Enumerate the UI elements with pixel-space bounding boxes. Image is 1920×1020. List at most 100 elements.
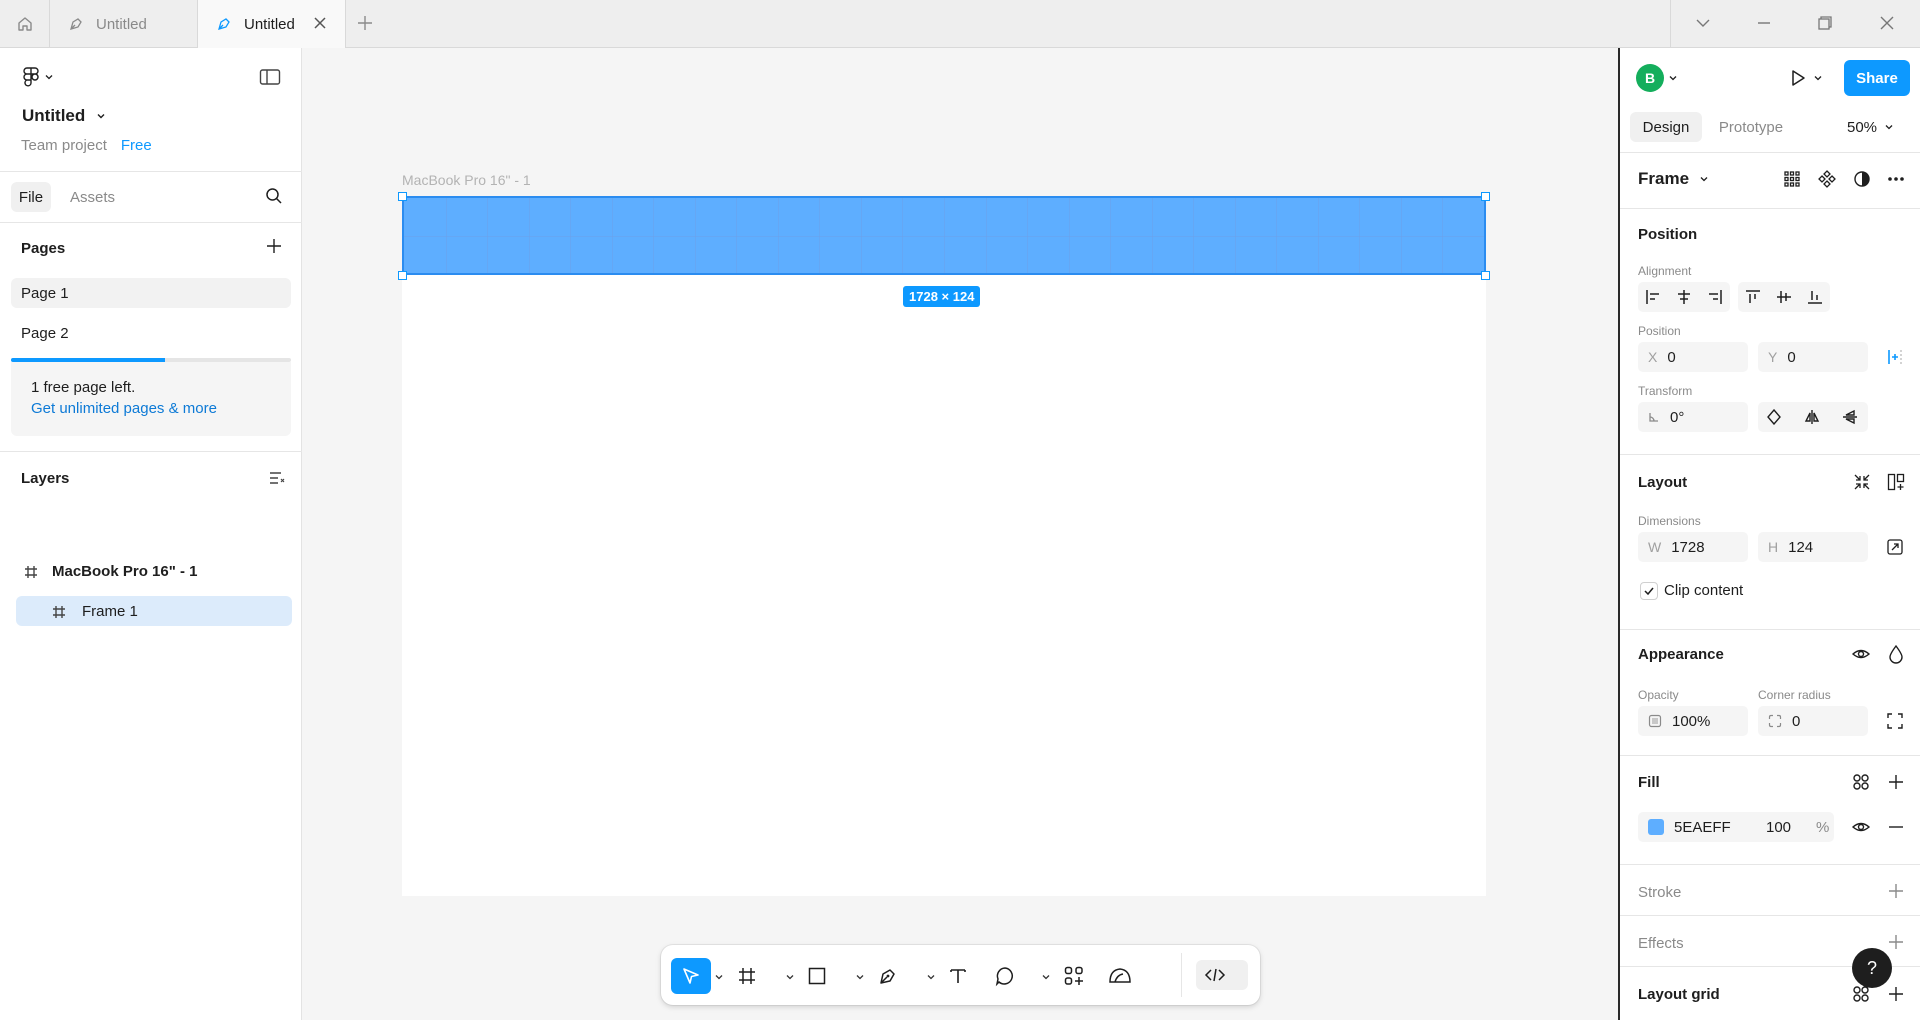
fill-color-swatch[interactable] xyxy=(1648,819,1664,835)
fill-opacity-value[interactable]: 100 xyxy=(1766,819,1791,836)
corner-radius-input[interactable]: 0 xyxy=(1758,706,1868,736)
frame-label[interactable]: MacBook Pro 16" - 1 xyxy=(402,172,531,188)
chevron-down-icon[interactable] xyxy=(785,972,795,982)
home-button[interactable] xyxy=(0,0,50,47)
window-close-icon[interactable] xyxy=(1877,13,1897,33)
selected-frame-1[interactable] xyxy=(402,196,1486,275)
add-fill-plus-icon[interactable] xyxy=(1887,773,1905,791)
plan-badge[interactable]: Free xyxy=(121,137,152,154)
add-stroke-plus-icon[interactable] xyxy=(1887,882,1905,900)
pen-tool[interactable] xyxy=(868,958,908,994)
eye-icon[interactable] xyxy=(1851,644,1871,664)
fill-hex-value[interactable]: 5EAEFF xyxy=(1674,819,1731,836)
text-tool[interactable] xyxy=(938,958,978,994)
align-left-icon[interactable] xyxy=(1645,289,1661,305)
rotation-input[interactable]: 0° xyxy=(1638,402,1748,432)
tab-untitled-1[interactable]: Untitled xyxy=(50,0,198,48)
restore-icon[interactable] xyxy=(1815,13,1835,33)
auto-layout-icon[interactable] xyxy=(1886,472,1906,492)
share-button[interactable]: Share xyxy=(1844,60,1910,96)
add-page-plus-icon[interactable] xyxy=(266,238,282,254)
align-top-icon[interactable] xyxy=(1745,289,1761,305)
new-tab-plus-icon[interactable] xyxy=(356,14,374,32)
layer-list-options-icon[interactable] xyxy=(268,470,286,486)
grid-dots-icon[interactable] xyxy=(1782,169,1802,189)
constrain-proportions-icon[interactable] xyxy=(1886,538,1904,556)
layout-grid-column-line xyxy=(528,198,530,273)
chevron-down-icon[interactable] xyxy=(855,972,865,982)
main-menu-button[interactable] xyxy=(22,66,54,88)
selection-type[interactable]: Frame xyxy=(1638,169,1709,189)
y-input[interactable]: Y0 xyxy=(1758,342,1868,372)
sidebar-toggle-icon[interactable] xyxy=(259,68,281,86)
resize-to-fit-icon[interactable] xyxy=(1852,472,1872,492)
rotate-icon[interactable] xyxy=(1766,409,1782,425)
chevron-down-icon[interactable] xyxy=(926,972,936,982)
component-icon[interactable] xyxy=(1817,169,1837,189)
canvas[interactable]: MacBook Pro 16" - 1 1728 × 124 xyxy=(302,48,1618,1020)
tab-label: Untitled xyxy=(96,15,147,33)
mask-icon[interactable] xyxy=(1852,169,1872,189)
page-item-2[interactable]: Page 2 xyxy=(11,318,291,348)
team-project[interactable]: Team project xyxy=(21,137,107,154)
clip-content-label[interactable]: Clip content xyxy=(1664,582,1743,599)
avatar[interactable]: B xyxy=(1636,64,1664,92)
move-tool[interactable] xyxy=(671,958,711,994)
tab-untitled-2[interactable]: Untitled xyxy=(198,0,346,48)
width-input[interactable]: W 1728 xyxy=(1638,532,1748,562)
align-middle-icon[interactable] xyxy=(1776,289,1792,305)
resize-handle-bottom-right[interactable] xyxy=(1481,271,1490,280)
search-icon[interactable] xyxy=(265,187,283,205)
remove-fill-minus-icon[interactable] xyxy=(1887,818,1905,836)
tab-prototype[interactable]: Prototype xyxy=(1708,112,1794,142)
independent-corners-icon[interactable] xyxy=(1886,712,1904,730)
help-button[interactable]: ? xyxy=(1852,948,1892,988)
tab-design[interactable]: Design xyxy=(1630,112,1702,142)
layer-item-macbook[interactable]: MacBook Pro 16" - 1 xyxy=(24,563,198,580)
play-icon[interactable] xyxy=(1788,68,1808,88)
clip-content-checkbox[interactable] xyxy=(1640,582,1658,600)
more-options-icon[interactable] xyxy=(1886,169,1906,189)
comment-tool[interactable] xyxy=(985,958,1025,994)
dimension-badge: 1728 × 124 xyxy=(903,286,981,307)
height-input[interactable]: H 124 xyxy=(1758,532,1868,562)
resize-handle-top-right[interactable] xyxy=(1481,192,1490,201)
eye-icon[interactable] xyxy=(1851,817,1871,837)
resize-handle-bottom-left[interactable] xyxy=(398,271,407,280)
layout-grid-column-line xyxy=(653,198,655,273)
minimize-icon[interactable] xyxy=(1754,13,1774,33)
resize-handle-top-left[interactable] xyxy=(398,192,407,201)
chevron-down-icon[interactable] xyxy=(714,972,724,982)
chevron-down-icon[interactable] xyxy=(1041,972,1051,982)
close-icon[interactable] xyxy=(311,14,329,32)
actions-tool[interactable] xyxy=(1054,958,1094,994)
dev-mode-toggle[interactable] xyxy=(1196,960,1248,990)
blend-mode-drop-icon[interactable] xyxy=(1886,644,1906,664)
tab-file[interactable]: File xyxy=(11,182,51,212)
align-center-horizontal-icon[interactable] xyxy=(1676,289,1692,305)
x-input[interactable]: X0 xyxy=(1638,342,1748,372)
constraints-icon[interactable] xyxy=(1886,348,1904,366)
zoom-level[interactable]: 50% xyxy=(1842,112,1882,142)
fill-color-row[interactable]: 5EAEFF 100 % xyxy=(1638,812,1834,842)
chevron-down-icon[interactable] xyxy=(1668,73,1678,83)
page-item-1[interactable]: Page 1 xyxy=(11,278,291,308)
styles-grid-icon[interactable] xyxy=(1851,772,1871,792)
shape-tool[interactable] xyxy=(797,958,837,994)
upsell-link[interactable]: Get unlimited pages & more xyxy=(31,400,291,417)
flip-vertical-icon[interactable] xyxy=(1842,409,1858,425)
frame-tool[interactable] xyxy=(727,958,767,994)
add-layout-grid-plus-icon[interactable] xyxy=(1887,985,1905,1003)
chevron-down-icon[interactable] xyxy=(1813,73,1823,83)
chevron-down-icon[interactable] xyxy=(1693,13,1713,33)
align-bottom-icon[interactable] xyxy=(1807,289,1823,305)
add-effect-plus-icon[interactable] xyxy=(1887,933,1905,951)
align-right-icon[interactable] xyxy=(1707,289,1723,305)
tab-assets[interactable]: Assets xyxy=(70,189,115,206)
flip-horizontal-icon[interactable] xyxy=(1804,409,1820,425)
ui3-tool[interactable] xyxy=(1100,958,1140,994)
opacity-input[interactable]: 100% xyxy=(1638,706,1748,736)
file-title[interactable]: Untitled xyxy=(22,106,107,126)
layer-item-frame-1[interactable]: Frame 1 xyxy=(52,603,138,620)
chevron-down-icon[interactable] xyxy=(1884,122,1894,132)
